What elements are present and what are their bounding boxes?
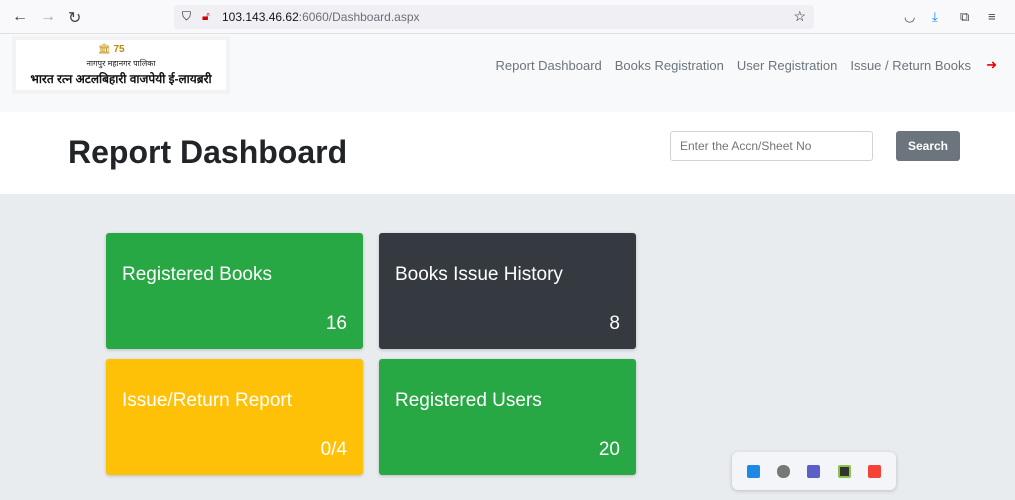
url-path: :6060/Dashboard.aspx bbox=[298, 10, 420, 24]
nav-books-registration[interactable]: Books Registration bbox=[615, 58, 724, 73]
card-title: Registered Books bbox=[122, 264, 272, 285]
card-value: 20 bbox=[598, 439, 620, 460]
card-books-issue-history[interactable]: Books Issue History 8 bbox=[379, 233, 636, 349]
bookmark-star-icon[interactable]: ☆ bbox=[793, 8, 806, 25]
recorder-icon[interactable] bbox=[868, 464, 882, 478]
card-registered-users[interactable]: Registered Users 20 bbox=[379, 359, 636, 475]
defender-icon[interactable] bbox=[746, 464, 760, 478]
address-bar[interactable]: ⛉ 🔓︎ 103.143.46.62:6060/Dashboard.aspx ☆ bbox=[174, 5, 814, 29]
card-issue-return-report[interactable]: Issue/Return Report 0/4 bbox=[106, 359, 363, 475]
card-title: Issue/Return Report bbox=[122, 390, 293, 411]
nav-user-registration[interactable]: User Registration bbox=[737, 58, 837, 73]
site-logo[interactable]: 🏛︎ 75 नागपुर महानगर पालिका भारत रत्न अटल… bbox=[12, 36, 230, 94]
card-title: Books Issue History bbox=[395, 264, 563, 285]
extensions-icon[interactable]: ⧉ bbox=[960, 9, 969, 25]
nav-links: Report Dashboard Books Registration User… bbox=[496, 58, 971, 73]
insecure-lock-icon[interactable]: 🔓︎ bbox=[202, 9, 210, 24]
nav-issue-return-books[interactable]: Issue / Return Books bbox=[850, 58, 971, 73]
nav-report-dashboard[interactable]: Report Dashboard bbox=[496, 58, 602, 73]
pocket-icon[interactable]: ◡ bbox=[904, 9, 915, 25]
page-title: Report Dashboard bbox=[68, 134, 348, 170]
logo-line2: भारत रत्न अटलबिहारी वाजपेयी ई-लायब्ररी bbox=[30, 72, 212, 86]
browser-toolbar: ← → ↻ ⛉ 🔓︎ 103.143.46.62:6060/Dashboard.… bbox=[0, 0, 1015, 34]
card-value: 0/4 bbox=[320, 439, 347, 460]
logout-icon[interactable]: ➜ bbox=[986, 57, 997, 73]
card-value: 8 bbox=[609, 313, 620, 334]
system-tray-popup bbox=[732, 452, 896, 490]
onedrive-icon[interactable] bbox=[777, 464, 791, 478]
emblem-icon: 🏛︎ 75 bbox=[98, 44, 125, 55]
accn-search-input[interactable] bbox=[670, 131, 873, 161]
page-header: Report Dashboard Search bbox=[0, 112, 1015, 194]
downloads-icon[interactable]: ⤓ bbox=[932, 9, 938, 25]
logo-line1: नागपुर महानगर पालिका bbox=[86, 59, 156, 68]
forward-icon[interactable]: → bbox=[40, 8, 56, 26]
reload-icon[interactable]: ↻ bbox=[68, 8, 81, 28]
card-title: Registered Users bbox=[395, 390, 542, 411]
card-value: 16 bbox=[325, 313, 347, 334]
teams-icon[interactable] bbox=[807, 464, 821, 478]
back-icon[interactable]: ← bbox=[12, 8, 28, 26]
card-registered-books[interactable]: Registered Books 16 bbox=[106, 233, 363, 349]
shield-icon[interactable]: ⛉ bbox=[182, 9, 191, 24]
navbar: 🏛︎ 75 नागपुर महानगर पालिका भारत रत्न अटल… bbox=[0, 34, 1015, 112]
url-host: 103.143.46.62 bbox=[222, 10, 299, 24]
app-icon[interactable] bbox=[837, 464, 851, 478]
search-button[interactable]: Search bbox=[896, 131, 960, 161]
menu-icon[interactable]: ≡ bbox=[988, 9, 996, 24]
